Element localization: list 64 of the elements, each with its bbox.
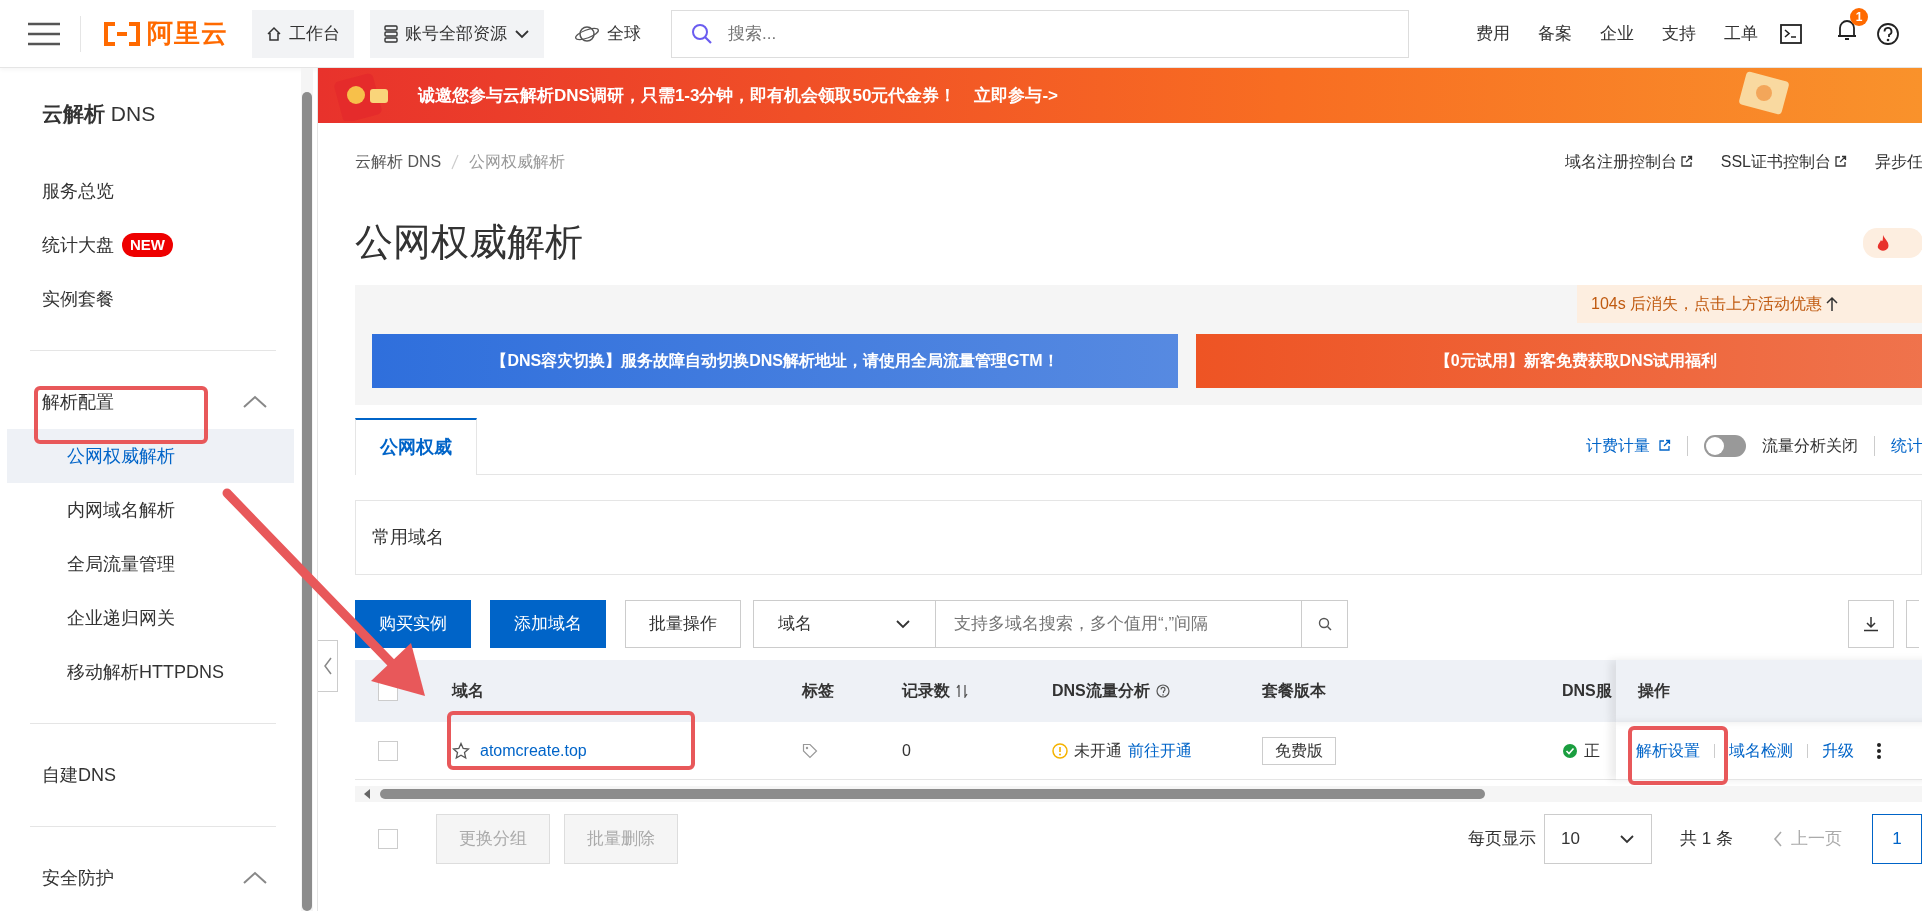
action-link[interactable]: 升级 — [1822, 738, 1854, 763]
search-field[interactable]: 搜索... — [671, 9, 1409, 58]
stats-link[interactable]: 统计 — [1891, 433, 1922, 458]
nav-button[interactable]: 全球 — [560, 9, 655, 58]
sidebar-group[interactable]: 解析配置 — [0, 375, 298, 429]
top-link[interactable]: 工单 — [1724, 20, 1758, 47]
sidebar-item[interactable]: 自建DNS — [0, 748, 298, 802]
toggle-label: 流量分析关闭 — [1762, 435, 1858, 456]
plan-tag: 免费版 — [1262, 736, 1336, 765]
column-title: 标签 — [802, 681, 834, 701]
countdown-text: 104s 后消失，点击上方活动优惠 — [1591, 294, 1823, 314]
header-link[interactable]: 域名注册控制台 — [1564, 149, 1693, 174]
nav-button[interactable]: 账号全部资源 — [370, 9, 544, 58]
status-text: 未开通 — [1074, 740, 1122, 761]
group-filter-label: 常用域名 — [372, 526, 444, 549]
sidebar-item[interactable]: 企业递归网关 — [7, 591, 294, 645]
sidebar-title: 云解析 DNS — [41, 101, 157, 127]
sidebar-group[interactable]: 安全防护 — [0, 851, 298, 905]
page-button[interactable]: 1 — [1872, 814, 1922, 864]
action-link[interactable]: 解析设置 — [1636, 738, 1700, 763]
notification-badge: 1 — [1850, 8, 1868, 26]
breadcrumb-item[interactable]: 云解析 DNS — [355, 149, 442, 174]
search-type-select[interactable]: 域名 — [753, 600, 936, 648]
sidebar-item[interactable]: 实例套餐 — [0, 272, 298, 326]
search-field[interactable]: 支持多域名搜索，多个值用“,”间隔 — [936, 600, 1302, 648]
total-count: 共 1 条 — [1680, 828, 1733, 851]
page-size-label: 每页显示 — [1468, 828, 1537, 851]
promo-text: 诚邀您参与云解析DNS调研，只需1-3分钟，即有机会领取50元代金券！ — [418, 84, 957, 107]
top-link[interactable]: 备案 — [1538, 20, 1572, 47]
header-link[interactable]: SSL证书控制台 — [1720, 149, 1847, 174]
breadcrumb-current: 公网权威解析 — [469, 151, 566, 172]
action-link[interactable]: 域名检测 — [1729, 738, 1793, 763]
ad-banner[interactable]: 【DNS容灾切换】服务故障自动切换DNS解析地址，请使用全局流量管理GTM！ — [372, 334, 1178, 388]
top-link[interactable]: 支持 — [1662, 20, 1696, 47]
header-link[interactable]: 异步任 — [1875, 149, 1922, 174]
sidebar-item[interactable]: 服务总览 — [0, 164, 298, 218]
sidebar-item[interactable]: 公网权威解析 — [7, 429, 294, 483]
column-title: 套餐版本 — [1262, 681, 1326, 701]
group-filter[interactable]: 常用域名 — [355, 500, 1922, 575]
toolbar-button[interactable]: 购买实例 — [355, 600, 471, 648]
tab[interactable]: 公网权威 — [355, 418, 477, 475]
column-title: DNS服 — [1562, 681, 1612, 701]
column-title: 记录数 — [902, 681, 950, 701]
toolbar-button[interactable]: 添加域名 — [490, 600, 606, 648]
billing-link[interactable]: 计费计量 — [1586, 433, 1671, 458]
domain-link[interactable]: atomcreate.top — [480, 738, 587, 763]
toolbar-button[interactable]: 批量操作 — [625, 600, 741, 648]
nav-button[interactable]: 工作台 — [252, 9, 354, 58]
record-count: 0 — [902, 740, 911, 761]
page-size-select[interactable]: 10 — [1544, 814, 1653, 864]
sidebar-item[interactable]: 内网域名解析 — [7, 483, 294, 537]
enable-link[interactable]: 前往开通 — [1128, 738, 1192, 763]
column-title: DNS流量分析 — [1052, 681, 1150, 701]
status-text: 正 — [1584, 740, 1600, 761]
sidebar-item[interactable]: 移动解析HTTPDNS — [7, 645, 294, 699]
new-badge: NEW — [122, 232, 173, 258]
promo-banner[interactable]: 诚邀您参与云解析DNS调研，只需1-3分钟，即有机会领取50元代金券！ 立即参与-> — [318, 68, 1922, 123]
sidebar-item[interactable]: 统计大盘 NEW — [0, 218, 298, 272]
page-title: 公网权威解析 — [355, 219, 583, 265]
column-title: 域名 — [452, 681, 484, 701]
top-link[interactable]: 费用 — [1476, 20, 1510, 47]
sidebar-item[interactable]: 全局流量管理 — [7, 537, 294, 591]
column-title: 操作 — [1638, 681, 1670, 701]
top-link[interactable]: 企业 — [1600, 20, 1634, 47]
